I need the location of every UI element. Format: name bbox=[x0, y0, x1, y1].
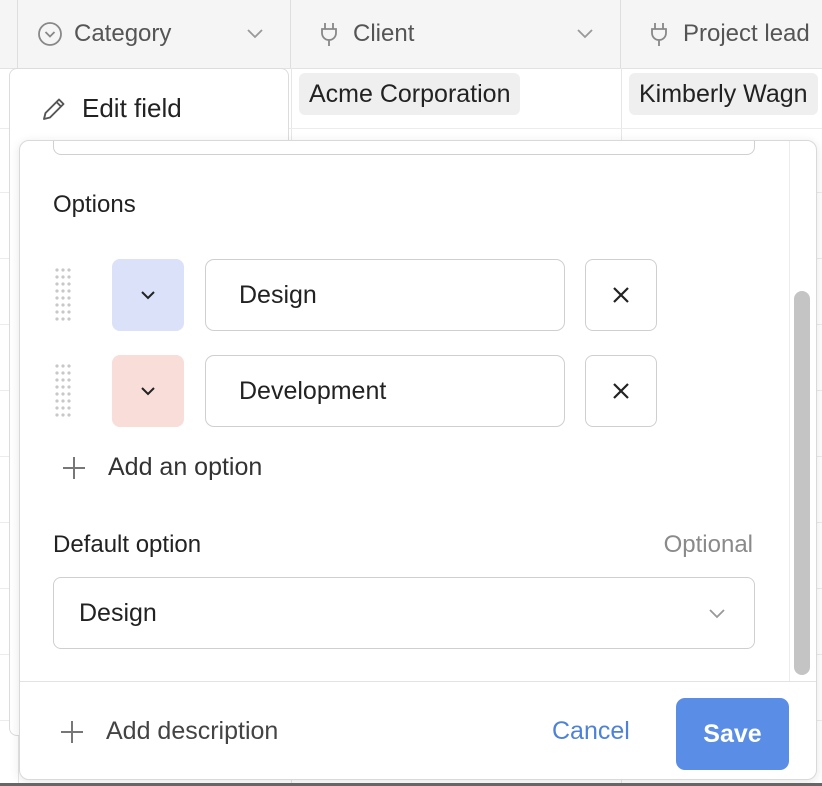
remove-option-button[interactable] bbox=[585, 355, 657, 427]
chevron-down-icon bbox=[141, 387, 155, 396]
option-label-input[interactable]: Design bbox=[205, 259, 565, 331]
plug-icon bbox=[645, 20, 673, 48]
drag-handle-icon[interactable] bbox=[53, 267, 77, 321]
option-color-button[interactable] bbox=[112, 355, 184, 427]
table-header: Category Client Project lead bbox=[0, 0, 822, 69]
remove-option-button[interactable] bbox=[585, 259, 657, 331]
panel-footer: Add description Cancel Save bbox=[20, 681, 816, 779]
plug-icon bbox=[315, 20, 343, 48]
options-title: Options bbox=[53, 191, 136, 218]
column-header-client[interactable]: Client bbox=[291, 0, 621, 68]
add-option-button[interactable]: Add an option bbox=[60, 453, 262, 482]
column-header-category[interactable]: Category bbox=[18, 0, 291, 68]
row-number-header bbox=[0, 0, 18, 68]
option-row: Design bbox=[20, 259, 720, 331]
add-description-label: Add description bbox=[106, 717, 279, 745]
close-icon bbox=[613, 287, 629, 303]
dropdown-circle-icon bbox=[36, 20, 64, 48]
add-option-label: Add an option bbox=[108, 453, 263, 481]
plus-icon bbox=[61, 720, 83, 743]
project-lead-chip[interactable]: Kimberly Wagn bbox=[629, 73, 818, 115]
default-option-value: Design bbox=[79, 598, 157, 627]
column-header-label: Project lead bbox=[683, 20, 810, 47]
pencil-icon bbox=[43, 98, 65, 120]
chevron-down-icon bbox=[709, 609, 725, 619]
client-chip[interactable]: Acme Corporation bbox=[299, 73, 521, 115]
save-button[interactable]: Save bbox=[676, 698, 789, 770]
plus-icon bbox=[63, 456, 85, 479]
default-option-select[interactable]: Design bbox=[53, 577, 755, 649]
chevron-down-icon bbox=[141, 291, 155, 300]
optional-hint: Optional bbox=[663, 531, 753, 558]
drag-handle-icon[interactable] bbox=[53, 363, 77, 417]
chevron-down-icon[interactable] bbox=[244, 22, 266, 44]
column-header-label: Client bbox=[353, 20, 415, 47]
close-icon bbox=[613, 383, 629, 399]
add-description-button[interactable]: Add description bbox=[58, 717, 278, 746]
cancel-button[interactable]: Cancel bbox=[552, 717, 630, 746]
column-header-project-lead[interactable]: Project lead bbox=[621, 0, 822, 68]
option-row: Development bbox=[20, 355, 720, 427]
field-editor-panel: Options Design Development Add an option… bbox=[19, 140, 817, 780]
edit-field-label: Edit field bbox=[82, 93, 182, 123]
field-name-input[interactable] bbox=[53, 141, 755, 155]
option-color-button[interactable] bbox=[112, 259, 184, 331]
chevron-down-icon[interactable] bbox=[574, 22, 596, 44]
column-header-label: Category bbox=[74, 20, 172, 47]
default-option-title: Default option bbox=[53, 531, 202, 558]
option-label-input[interactable]: Development bbox=[205, 355, 565, 427]
scrollbar-thumb[interactable] bbox=[794, 291, 810, 675]
